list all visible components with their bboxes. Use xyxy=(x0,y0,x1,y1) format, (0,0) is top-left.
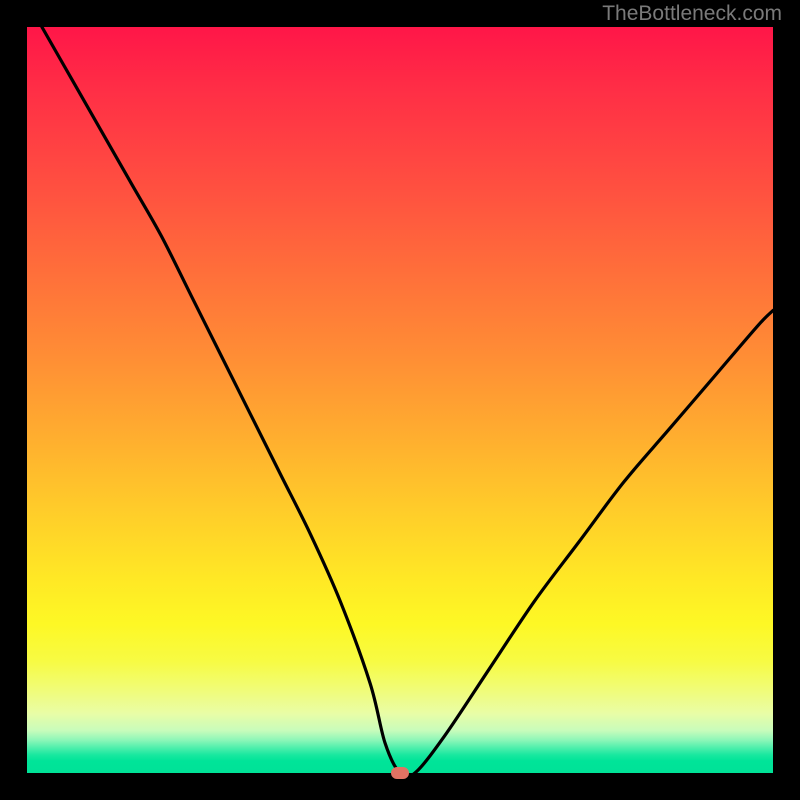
plot-area xyxy=(27,27,773,773)
bottleneck-curve xyxy=(27,27,773,773)
watermark-text: TheBottleneck.com xyxy=(602,2,782,26)
chart-frame: TheBottleneck.com xyxy=(0,0,800,800)
minimum-marker xyxy=(391,767,409,779)
